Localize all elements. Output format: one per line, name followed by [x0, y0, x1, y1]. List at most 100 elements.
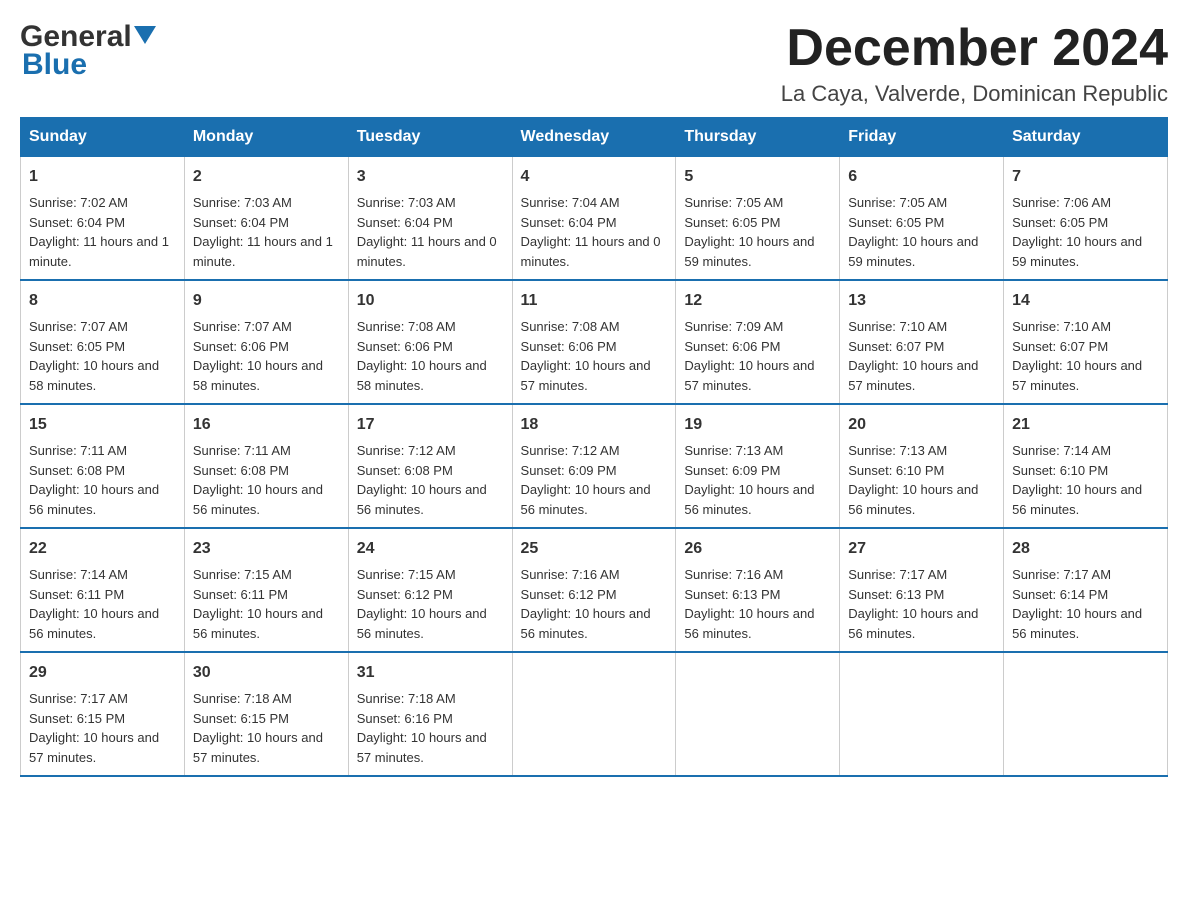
daylight-text: Daylight: 10 hours and 56 minutes.: [848, 604, 995, 643]
calendar-header-row: SundayMondayTuesdayWednesdayThursdayFrid…: [21, 118, 1168, 157]
sunrise-text: Sunrise: 7:16 AM: [521, 565, 668, 585]
calendar-week-row: 15Sunrise: 7:11 AMSunset: 6:08 PMDayligh…: [21, 404, 1168, 528]
logo-triangle-icon: [134, 26, 156, 48]
sunrise-text: Sunrise: 7:07 AM: [29, 317, 176, 337]
sunset-text: Sunset: 6:13 PM: [848, 585, 995, 605]
sunset-text: Sunset: 6:12 PM: [357, 585, 504, 605]
day-number: 8: [29, 289, 176, 313]
sunset-text: Sunset: 6:15 PM: [193, 709, 340, 729]
daylight-text: Daylight: 11 hours and 0 minutes.: [521, 232, 668, 271]
sunrise-text: Sunrise: 7:18 AM: [357, 689, 504, 709]
calendar-cell: 8Sunrise: 7:07 AMSunset: 6:05 PMDaylight…: [21, 280, 185, 404]
day-number: 25: [521, 537, 668, 561]
sunset-text: Sunset: 6:12 PM: [521, 585, 668, 605]
daylight-text: Daylight: 10 hours and 59 minutes.: [684, 232, 831, 271]
sunset-text: Sunset: 6:09 PM: [521, 461, 668, 481]
day-number: 2: [193, 165, 340, 189]
calendar-cell: 12Sunrise: 7:09 AMSunset: 6:06 PMDayligh…: [676, 280, 840, 404]
day-number: 22: [29, 537, 176, 561]
header-saturday: Saturday: [1004, 118, 1168, 157]
sunrise-text: Sunrise: 7:13 AM: [684, 441, 831, 461]
sunset-text: Sunset: 6:15 PM: [29, 709, 176, 729]
sunrise-text: Sunrise: 7:11 AM: [29, 441, 176, 461]
calendar-cell: 10Sunrise: 7:08 AMSunset: 6:06 PMDayligh…: [348, 280, 512, 404]
sunset-text: Sunset: 6:06 PM: [357, 337, 504, 357]
sunset-text: Sunset: 6:07 PM: [1012, 337, 1159, 357]
sunrise-text: Sunrise: 7:14 AM: [29, 565, 176, 585]
daylight-text: Daylight: 10 hours and 59 minutes.: [848, 232, 995, 271]
calendar-cell: 24Sunrise: 7:15 AMSunset: 6:12 PMDayligh…: [348, 528, 512, 652]
sunset-text: Sunset: 6:16 PM: [357, 709, 504, 729]
calendar-week-row: 1Sunrise: 7:02 AMSunset: 6:04 PMDaylight…: [21, 157, 1168, 281]
calendar-cell: 23Sunrise: 7:15 AMSunset: 6:11 PMDayligh…: [184, 528, 348, 652]
day-number: 6: [848, 165, 995, 189]
header-sunday: Sunday: [21, 118, 185, 157]
daylight-text: Daylight: 10 hours and 56 minutes.: [1012, 604, 1159, 643]
day-number: 7: [1012, 165, 1159, 189]
logo-blue-text: Blue: [20, 48, 87, 82]
day-number: 14: [1012, 289, 1159, 313]
day-number: 15: [29, 413, 176, 437]
calendar-cell: 4Sunrise: 7:04 AMSunset: 6:04 PMDaylight…: [512, 157, 676, 281]
sunrise-text: Sunrise: 7:07 AM: [193, 317, 340, 337]
calendar-cell: 28Sunrise: 7:17 AMSunset: 6:14 PMDayligh…: [1004, 528, 1168, 652]
daylight-text: Daylight: 10 hours and 57 minutes.: [357, 728, 504, 767]
header-monday: Monday: [184, 118, 348, 157]
sunset-text: Sunset: 6:05 PM: [848, 213, 995, 233]
daylight-text: Daylight: 10 hours and 56 minutes.: [357, 480, 504, 519]
sunset-text: Sunset: 6:04 PM: [521, 213, 668, 233]
sunrise-text: Sunrise: 7:11 AM: [193, 441, 340, 461]
calendar-cell: 18Sunrise: 7:12 AMSunset: 6:09 PMDayligh…: [512, 404, 676, 528]
sunset-text: Sunset: 6:06 PM: [521, 337, 668, 357]
sunset-text: Sunset: 6:08 PM: [193, 461, 340, 481]
sunrise-text: Sunrise: 7:12 AM: [357, 441, 504, 461]
sunrise-text: Sunrise: 7:05 AM: [848, 193, 995, 213]
calendar-cell: 26Sunrise: 7:16 AMSunset: 6:13 PMDayligh…: [676, 528, 840, 652]
header-friday: Friday: [840, 118, 1004, 157]
day-number: 23: [193, 537, 340, 561]
day-number: 21: [1012, 413, 1159, 437]
sunset-text: Sunset: 6:06 PM: [193, 337, 340, 357]
sunset-text: Sunset: 6:05 PM: [1012, 213, 1159, 233]
day-number: 11: [521, 289, 668, 313]
daylight-text: Daylight: 10 hours and 57 minutes.: [848, 356, 995, 395]
sunrise-text: Sunrise: 7:08 AM: [521, 317, 668, 337]
sunrise-text: Sunrise: 7:05 AM: [684, 193, 831, 213]
daylight-text: Daylight: 11 hours and 1 minute.: [193, 232, 340, 271]
calendar-cell: 13Sunrise: 7:10 AMSunset: 6:07 PMDayligh…: [840, 280, 1004, 404]
day-number: 29: [29, 661, 176, 685]
sunrise-text: Sunrise: 7:09 AM: [684, 317, 831, 337]
sunset-text: Sunset: 6:08 PM: [29, 461, 176, 481]
sunrise-text: Sunrise: 7:17 AM: [848, 565, 995, 585]
calendar-cell: 21Sunrise: 7:14 AMSunset: 6:10 PMDayligh…: [1004, 404, 1168, 528]
calendar-cell: 7Sunrise: 7:06 AMSunset: 6:05 PMDaylight…: [1004, 157, 1168, 281]
day-number: 18: [521, 413, 668, 437]
page-header: General Blue December 2024 La Caya, Valv…: [20, 20, 1168, 107]
sunrise-text: Sunrise: 7:17 AM: [29, 689, 176, 709]
daylight-text: Daylight: 10 hours and 56 minutes.: [848, 480, 995, 519]
calendar-cell: 29Sunrise: 7:17 AMSunset: 6:15 PMDayligh…: [21, 652, 185, 776]
calendar-cell: 6 Sunrise: 7:05 AMSunset: 6:05 PMDaylight…: [840, 157, 1004, 281]
sunrise-text: Sunrise: 7:06 AM: [1012, 193, 1159, 213]
daylight-text: Daylight: 10 hours and 56 minutes.: [521, 604, 668, 643]
sunset-text: Sunset: 6:05 PM: [684, 213, 831, 233]
day-number: 17: [357, 413, 504, 437]
sunset-text: Sunset: 6:11 PM: [29, 585, 176, 605]
calendar-cell: 22Sunrise: 7:14 AMSunset: 6:11 PMDayligh…: [21, 528, 185, 652]
sunrise-text: Sunrise: 7:15 AM: [357, 565, 504, 585]
calendar-cell: 11Sunrise: 7:08 AMSunset: 6:06 PMDayligh…: [512, 280, 676, 404]
daylight-text: Daylight: 10 hours and 56 minutes.: [357, 604, 504, 643]
sunrise-text: Sunrise: 7:12 AM: [521, 441, 668, 461]
location-subtitle: La Caya, Valverde, Dominican Republic: [781, 81, 1168, 107]
daylight-text: Daylight: 10 hours and 58 minutes.: [357, 356, 504, 395]
calendar-cell: 19Sunrise: 7:13 AMSunset: 6:09 PMDayligh…: [676, 404, 840, 528]
daylight-text: Daylight: 10 hours and 56 minutes.: [1012, 480, 1159, 519]
daylight-text: Daylight: 10 hours and 57 minutes.: [1012, 356, 1159, 395]
sunrise-text: Sunrise: 7:10 AM: [1012, 317, 1159, 337]
daylight-text: Daylight: 11 hours and 0 minutes.: [357, 232, 504, 271]
sunset-text: Sunset: 6:13 PM: [684, 585, 831, 605]
day-number: 27: [848, 537, 995, 561]
sunset-text: Sunset: 6:06 PM: [684, 337, 831, 357]
sunrise-text: Sunrise: 7:18 AM: [193, 689, 340, 709]
calendar-cell: 15Sunrise: 7:11 AMSunset: 6:08 PMDayligh…: [21, 404, 185, 528]
